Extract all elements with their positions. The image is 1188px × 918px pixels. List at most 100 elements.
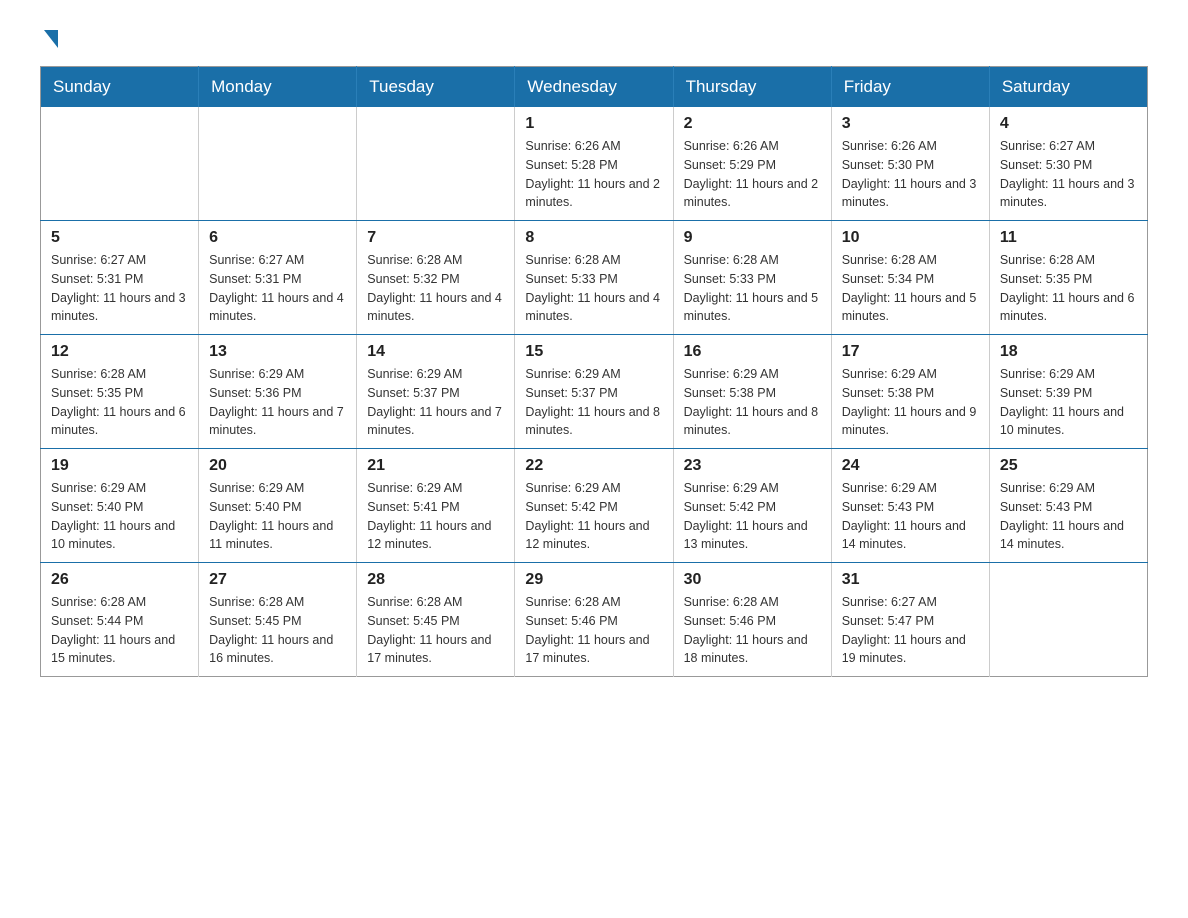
day-number: 29 <box>525 571 662 589</box>
day-number: 12 <box>51 343 188 361</box>
day-number: 17 <box>842 343 979 361</box>
day-number: 3 <box>842 115 979 133</box>
day-number: 27 <box>209 571 346 589</box>
day-info: Sunrise: 6:29 AMSunset: 5:40 PMDaylight:… <box>51 479 188 554</box>
week-row-1: 5 Sunrise: 6:27 AMSunset: 5:31 PMDaylight… <box>41 221 1148 335</box>
calendar-cell: 21 Sunrise: 6:29 AMSunset: 5:41 PMDayligh… <box>357 449 515 563</box>
week-row-0: 1 Sunrise: 6:26 AMSunset: 5:28 PMDaylight… <box>41 107 1148 221</box>
day-info: Sunrise: 6:28 AMSunset: 5:34 PMDaylight:… <box>842 251 979 326</box>
weekday-header-friday: Friday <box>831 67 989 108</box>
day-info: Sunrise: 6:27 AMSunset: 5:31 PMDaylight:… <box>51 251 188 326</box>
calendar-cell: 3 Sunrise: 6:26 AMSunset: 5:30 PMDaylight… <box>831 107 989 221</box>
day-number: 26 <box>51 571 188 589</box>
day-number: 5 <box>51 229 188 247</box>
calendar-cell: 12 Sunrise: 6:28 AMSunset: 5:35 PMDayligh… <box>41 335 199 449</box>
logo-arrow-icon <box>44 30 58 48</box>
calendar-cell: 1 Sunrise: 6:26 AMSunset: 5:28 PMDaylight… <box>515 107 673 221</box>
day-number: 9 <box>684 229 821 247</box>
calendar-cell: 4 Sunrise: 6:27 AMSunset: 5:30 PMDaylight… <box>989 107 1147 221</box>
calendar-cell: 16 Sunrise: 6:29 AMSunset: 5:38 PMDayligh… <box>673 335 831 449</box>
calendar-cell: 9 Sunrise: 6:28 AMSunset: 5:33 PMDaylight… <box>673 221 831 335</box>
day-info: Sunrise: 6:28 AMSunset: 5:33 PMDaylight:… <box>525 251 662 326</box>
calendar-cell: 17 Sunrise: 6:29 AMSunset: 5:38 PMDayligh… <box>831 335 989 449</box>
weekday-header-monday: Monday <box>199 67 357 108</box>
day-number: 28 <box>367 571 504 589</box>
weekday-header-thursday: Thursday <box>673 67 831 108</box>
day-info: Sunrise: 6:28 AMSunset: 5:46 PMDaylight:… <box>684 593 821 668</box>
calendar-cell: 8 Sunrise: 6:28 AMSunset: 5:33 PMDaylight… <box>515 221 673 335</box>
weekday-header-row: SundayMondayTuesdayWednesdayThursdayFrid… <box>41 67 1148 108</box>
day-info: Sunrise: 6:28 AMSunset: 5:46 PMDaylight:… <box>525 593 662 668</box>
logo-general <box>40 30 58 50</box>
day-number: 21 <box>367 457 504 475</box>
calendar-cell: 18Sunrise: 6:29 AMSunset: 5:39 PMDayligh… <box>989 335 1147 449</box>
day-info: Sunrise: 6:29 AMSunset: 5:37 PMDaylight:… <box>367 365 504 440</box>
day-number: 8 <box>525 229 662 247</box>
day-info: Sunrise: 6:29 AMSunset: 5:38 PMDaylight:… <box>684 365 821 440</box>
day-info: Sunrise: 6:29 AMSunset: 5:37 PMDaylight:… <box>525 365 662 440</box>
day-number: 6 <box>209 229 346 247</box>
day-number: 13 <box>209 343 346 361</box>
day-info: Sunrise: 6:26 AMSunset: 5:28 PMDaylight:… <box>525 137 662 212</box>
calendar-cell: 29 Sunrise: 6:28 AMSunset: 5:46 PMDayligh… <box>515 563 673 677</box>
calendar-cell: 11 Sunrise: 6:28 AMSunset: 5:35 PMDayligh… <box>989 221 1147 335</box>
day-number: 22 <box>525 457 662 475</box>
week-row-3: 19 Sunrise: 6:29 AMSunset: 5:40 PMDayligh… <box>41 449 1148 563</box>
day-number: 30 <box>684 571 821 589</box>
week-row-4: 26 Sunrise: 6:28 AMSunset: 5:44 PMDayligh… <box>41 563 1148 677</box>
weekday-header-sunday: Sunday <box>41 67 199 108</box>
calendar-cell: 28 Sunrise: 6:28 AMSunset: 5:45 PMDayligh… <box>357 563 515 677</box>
day-info: Sunrise: 6:29 AMSunset: 5:41 PMDaylight:… <box>367 479 504 554</box>
day-info: Sunrise: 6:26 AMSunset: 5:30 PMDaylight:… <box>842 137 979 212</box>
calendar-cell: 6Sunrise: 6:27 AMSunset: 5:31 PMDaylight… <box>199 221 357 335</box>
calendar-cell: 13 Sunrise: 6:29 AMSunset: 5:36 PMDayligh… <box>199 335 357 449</box>
day-info: Sunrise: 6:28 AMSunset: 5:45 PMDaylight:… <box>367 593 504 668</box>
calendar-cell: 2Sunrise: 6:26 AMSunset: 5:29 PMDaylight… <box>673 107 831 221</box>
day-info: Sunrise: 6:29 AMSunset: 5:42 PMDaylight:… <box>684 479 821 554</box>
day-number: 18 <box>1000 343 1137 361</box>
day-info: Sunrise: 6:29 AMSunset: 5:38 PMDaylight:… <box>842 365 979 440</box>
day-number: 23 <box>684 457 821 475</box>
calendar-cell: 10 Sunrise: 6:28 AMSunset: 5:34 PMDayligh… <box>831 221 989 335</box>
calendar-table: SundayMondayTuesdayWednesdayThursdayFrid… <box>40 66 1148 677</box>
calendar-cell: 24Sunrise: 6:29 AMSunset: 5:43 PMDayligh… <box>831 449 989 563</box>
day-number: 31 <box>842 571 979 589</box>
day-info: Sunrise: 6:29 AMSunset: 5:42 PMDaylight:… <box>525 479 662 554</box>
weekday-header-saturday: Saturday <box>989 67 1147 108</box>
day-info: Sunrise: 6:28 AMSunset: 5:33 PMDaylight:… <box>684 251 821 326</box>
calendar-cell: 7 Sunrise: 6:28 AMSunset: 5:32 PMDaylight… <box>357 221 515 335</box>
day-number: 1 <box>525 115 662 133</box>
day-info: Sunrise: 6:28 AMSunset: 5:35 PMDaylight:… <box>51 365 188 440</box>
calendar-cell: 14 Sunrise: 6:29 AMSunset: 5:37 PMDayligh… <box>357 335 515 449</box>
calendar-cell: 20Sunrise: 6:29 AMSunset: 5:40 PMDayligh… <box>199 449 357 563</box>
day-number: 16 <box>684 343 821 361</box>
day-number: 7 <box>367 229 504 247</box>
day-info: Sunrise: 6:28 AMSunset: 5:35 PMDaylight:… <box>1000 251 1137 326</box>
day-info: Sunrise: 6:28 AMSunset: 5:45 PMDaylight:… <box>209 593 346 668</box>
day-info: Sunrise: 6:29 AMSunset: 5:36 PMDaylight:… <box>209 365 346 440</box>
calendar-cell: 27 Sunrise: 6:28 AMSunset: 5:45 PMDayligh… <box>199 563 357 677</box>
weekday-header-wednesday: Wednesday <box>515 67 673 108</box>
day-number: 14 <box>367 343 504 361</box>
calendar-cell: 19 Sunrise: 6:29 AMSunset: 5:40 PMDayligh… <box>41 449 199 563</box>
day-info: Sunrise: 6:27 AMSunset: 5:30 PMDaylight:… <box>1000 137 1137 212</box>
day-info: Sunrise: 6:28 AMSunset: 5:44 PMDaylight:… <box>51 593 188 668</box>
calendar-cell: 22 Sunrise: 6:29 AMSunset: 5:42 PMDayligh… <box>515 449 673 563</box>
calendar-cell: 30 Sunrise: 6:28 AMSunset: 5:46 PMDayligh… <box>673 563 831 677</box>
calendar-cell: 23 Sunrise: 6:29 AMSunset: 5:42 PMDayligh… <box>673 449 831 563</box>
calendar-cell <box>199 107 357 221</box>
day-number: 15 <box>525 343 662 361</box>
day-number: 11 <box>1000 229 1137 247</box>
calendar-cell: 31 Sunrise: 6:27 AMSunset: 5:47 PMDayligh… <box>831 563 989 677</box>
day-info: Sunrise: 6:28 AMSunset: 5:32 PMDaylight:… <box>367 251 504 326</box>
day-number: 4 <box>1000 115 1137 133</box>
calendar-cell: 15 Sunrise: 6:29 AMSunset: 5:37 PMDayligh… <box>515 335 673 449</box>
day-number: 10 <box>842 229 979 247</box>
calendar-cell: 26 Sunrise: 6:28 AMSunset: 5:44 PMDayligh… <box>41 563 199 677</box>
day-info: Sunrise: 6:29 AMSunset: 5:43 PMDaylight:… <box>1000 479 1137 554</box>
day-info: Sunrise: 6:26 AMSunset: 5:29 PMDaylight:… <box>684 137 821 212</box>
day-info: Sunrise: 6:29 AMSunset: 5:40 PMDaylight:… <box>209 479 346 554</box>
day-number: 19 <box>51 457 188 475</box>
day-info: Sunrise: 6:27 AMSunset: 5:47 PMDaylight:… <box>842 593 979 668</box>
calendar-cell <box>357 107 515 221</box>
